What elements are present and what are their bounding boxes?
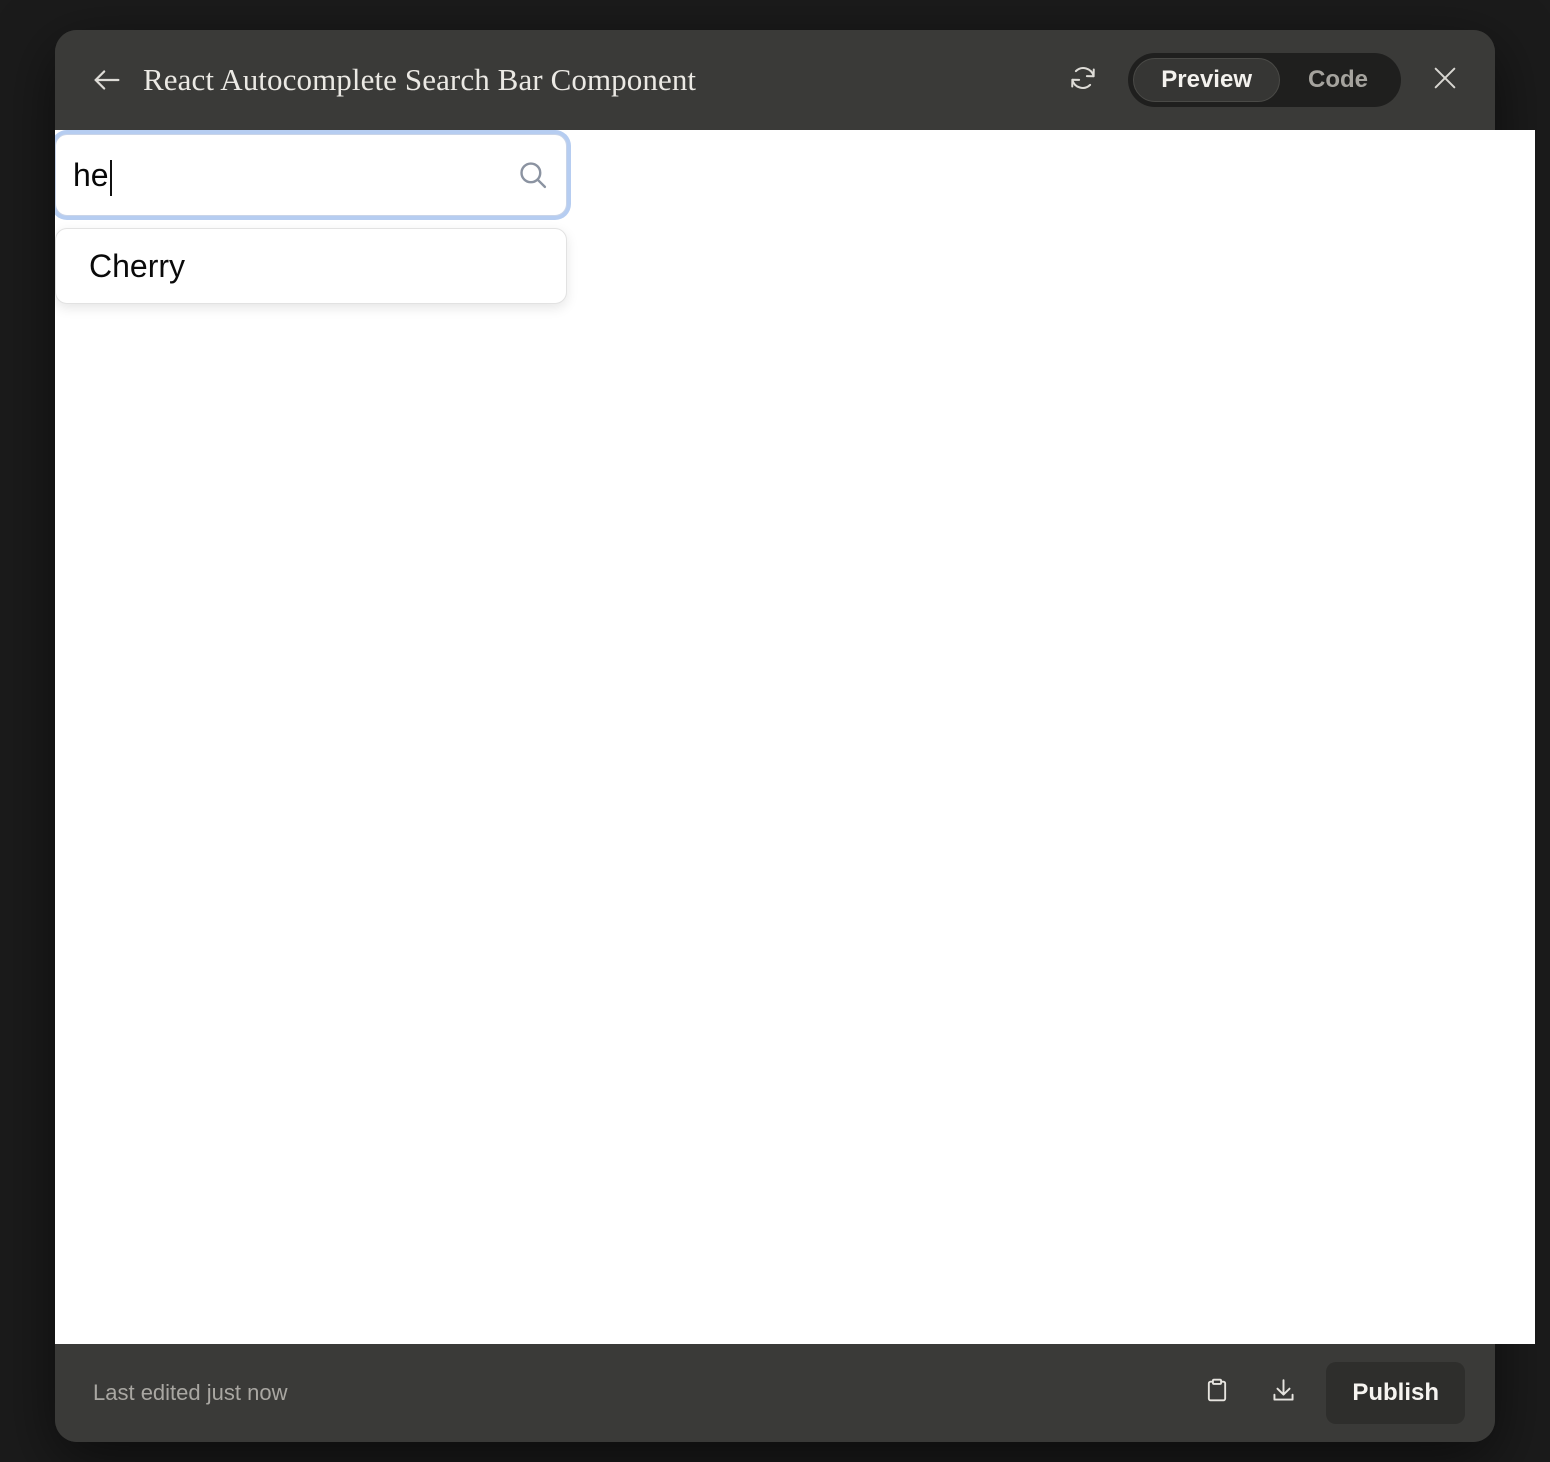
tab-preview[interactable]: Preview — [1133, 58, 1280, 102]
titlebar-actions: Preview Code — [1060, 53, 1469, 107]
footer-actions: Publish — [1194, 1362, 1465, 1424]
window-footer: Last edited just now Publish — [55, 1344, 1495, 1442]
page-title: React Autocomplete Search Bar Component — [143, 62, 697, 97]
search-icon[interactable] — [516, 158, 550, 192]
clipboard-icon — [1203, 1377, 1231, 1410]
view-mode-toggle[interactable]: Preview Code — [1128, 53, 1401, 107]
download-icon — [1269, 1376, 1298, 1410]
close-button[interactable] — [1421, 56, 1469, 104]
text-caret — [109, 160, 112, 196]
refresh-button[interactable] — [1060, 57, 1106, 103]
publish-button[interactable]: Publish — [1326, 1362, 1465, 1424]
tab-code[interactable]: Code — [1280, 58, 1396, 102]
autocomplete-search: he Cherry — [55, 134, 567, 305]
copy-button[interactable] — [1194, 1370, 1240, 1416]
search-input[interactable]: he — [73, 159, 109, 191]
last-edited-status: Last edited just now — [93, 1380, 288, 1405]
preview-canvas: he Cherry — [55, 130, 1535, 1344]
download-button[interactable] — [1260, 1370, 1306, 1416]
screen-root: React Autocomplete Search Bar Component … — [0, 0, 1550, 1462]
arrow-left-icon — [90, 63, 124, 97]
artifact-window: React Autocomplete Search Bar Component … — [55, 30, 1535, 1442]
list-item[interactable]: Cherry — [56, 229, 566, 303]
refresh-icon — [1068, 63, 1098, 98]
back-button[interactable] — [85, 58, 129, 102]
search-input-container[interactable]: he — [55, 134, 567, 216]
close-icon — [1429, 62, 1461, 99]
suggestions-dropdown: Cherry — [55, 228, 567, 305]
window-titlebar: React Autocomplete Search Bar Component … — [55, 30, 1495, 130]
